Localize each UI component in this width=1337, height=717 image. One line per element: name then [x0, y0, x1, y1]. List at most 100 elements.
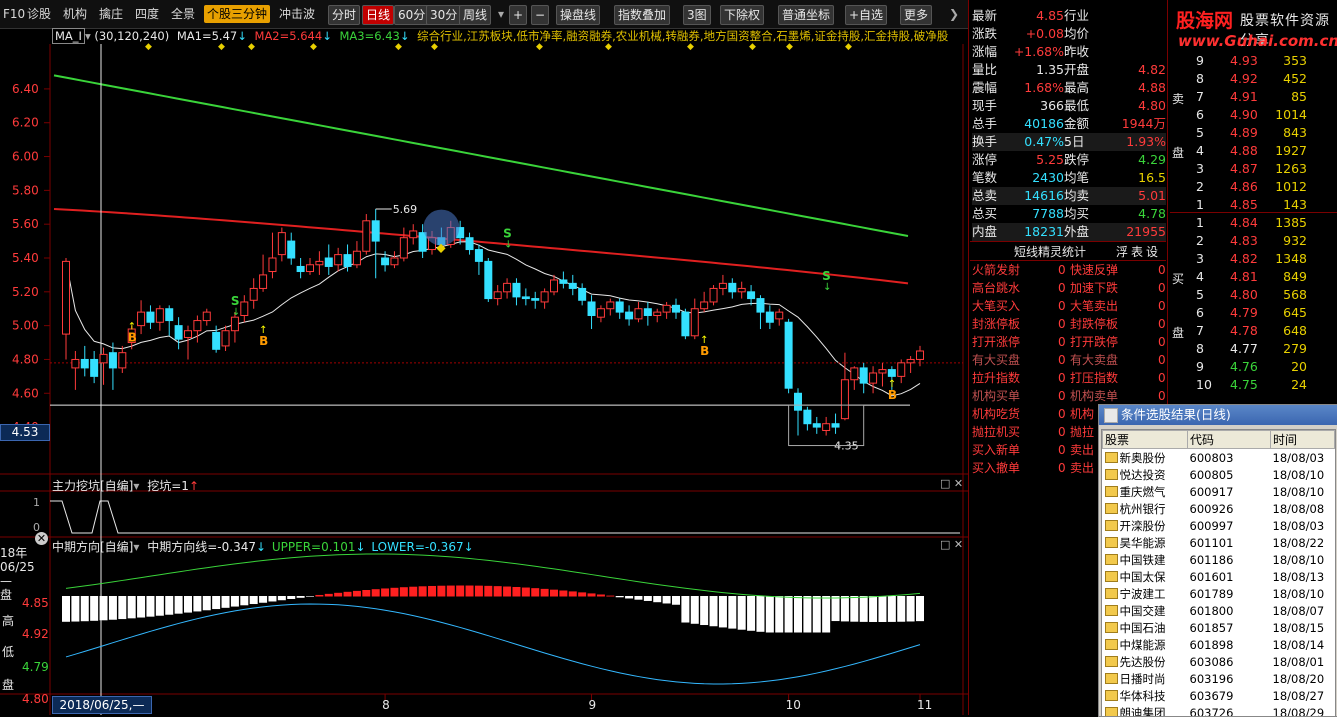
candle[interactable]	[335, 248, 342, 272]
candle[interactable]	[138, 300, 145, 334]
candle[interactable]	[823, 417, 830, 436]
sub2-window-controls[interactable]: □ ✕	[940, 538, 963, 551]
stock-screen-result-window[interactable]: 条件选股结果(日线) 股票 代码 时间 新奥股份60080318/08/03悦达…	[1098, 404, 1337, 717]
result-row[interactable]: 华体科技60367918/08/27	[1103, 687, 1335, 704]
stat-row[interactable]: 封涨停板0封跌停板0	[972, 315, 1166, 333]
candle[interactable]	[372, 209, 379, 278]
candle[interactable]	[194, 315, 201, 342]
sell-order-row[interactable]: 44.881927	[1170, 142, 1337, 160]
candle[interactable]	[260, 255, 267, 292]
candle[interactable]	[870, 366, 877, 393]
candle[interactable]	[325, 244, 332, 274]
index-overlay-button[interactable]: 指数叠加	[614, 5, 670, 25]
buy-order-row[interactable]: 54.80568	[1170, 286, 1337, 304]
candle[interactable]	[494, 285, 501, 305]
candle[interactable]	[307, 258, 314, 275]
candle[interactable]	[701, 292, 708, 312]
candle[interactable]	[353, 241, 360, 268]
three-charts-button[interactable]: 3图	[683, 5, 711, 25]
result-row[interactable]: 昊华能源60110118/08/22	[1103, 534, 1335, 551]
result-row[interactable]: 重庆燃气60091718/08/10	[1103, 483, 1335, 500]
candle[interactable]	[597, 305, 604, 322]
stat-row[interactable]: 打开涨停0打开跌停0	[972, 333, 1166, 351]
result-row[interactable]: 朗迪集团60372618/08/29	[1103, 704, 1335, 717]
candle[interactable]	[691, 299, 698, 340]
ma-selector[interactable]: MA_I	[52, 28, 85, 44]
candle[interactable]	[109, 343, 116, 390]
weekly-button[interactable]: 周线	[459, 5, 491, 25]
candle[interactable]	[635, 302, 642, 322]
candle[interactable]	[278, 228, 285, 262]
four-degree-button[interactable]: 四度	[132, 5, 162, 23]
candle[interactable]	[513, 278, 520, 305]
concept-tags[interactable]: 综合行业,江苏板块,低市净率,融资融券,农业机械,转融券,地方国资整合,石墨烯,…	[417, 29, 948, 43]
buy-order-row[interactable]: 34.821348	[1170, 250, 1337, 268]
chevron-down-icon[interactable]: ▾	[85, 29, 91, 43]
candle[interactable]	[569, 275, 576, 295]
candle[interactable]	[766, 305, 773, 329]
candle[interactable]	[785, 319, 792, 393]
sell-order-row[interactable]: 94.93353	[1170, 52, 1337, 70]
candle[interactable]	[504, 278, 511, 298]
result-row[interactable]: 先达股份60308618/08/01	[1103, 653, 1335, 670]
col-header-time[interactable]: 时间	[1271, 431, 1335, 449]
daily-button[interactable]: 日线	[362, 5, 394, 25]
candle[interactable]	[795, 388, 802, 435]
result-row[interactable]: 中国太保60160118/08/13	[1103, 568, 1335, 585]
impact-wave-button[interactable]: 冲击波	[276, 5, 318, 23]
candle[interactable]	[81, 346, 88, 376]
diagnose-button[interactable]: 诊股	[24, 5, 54, 23]
candle[interactable]	[757, 295, 764, 329]
candle[interactable]	[616, 299, 623, 319]
candle[interactable]	[719, 275, 726, 295]
capture-button[interactable]: 擒庄	[96, 5, 126, 23]
candle[interactable]	[738, 282, 745, 299]
candle[interactable]	[222, 326, 229, 351]
result-row[interactable]: 中国铁建60118618/08/10	[1103, 551, 1335, 568]
candle[interactable]	[269, 233, 276, 279]
candle[interactable]	[644, 302, 651, 326]
zoom-out-button[interactable]: −	[531, 5, 549, 25]
sell-order-row[interactable]: 84.92452	[1170, 70, 1337, 88]
sub2-title[interactable]: 中期方向[自编]	[52, 540, 133, 554]
sub1-title[interactable]: 主力挖坑[自编]	[52, 479, 133, 493]
stat-row[interactable]: 大笔买入0大笔卖出0	[972, 297, 1166, 315]
buy-order-row[interactable]: 94.7620	[1170, 358, 1337, 376]
candle[interactable]	[748, 285, 755, 305]
chart-canvas[interactable]: 6.406.206.005.805.605.405.205.004.804.60…	[0, 44, 968, 715]
candle[interactable]	[663, 302, 670, 319]
result-row[interactable]: 日播时尚60319618/08/20	[1103, 670, 1335, 687]
col-header-code[interactable]: 代码	[1188, 431, 1271, 449]
result-row[interactable]: 宁波建工60178918/08/10	[1103, 585, 1335, 602]
zoom-in-button[interactable]: +	[509, 5, 527, 25]
candle[interactable]	[804, 407, 811, 431]
coordinate-button[interactable]: 普通坐标	[778, 5, 834, 25]
candle[interactable]	[185, 326, 192, 360]
chevron-down-icon[interactable]: ▾	[133, 540, 139, 554]
candle[interactable]	[147, 305, 154, 329]
candle[interactable]	[166, 305, 173, 335]
candle[interactable]	[776, 309, 783, 326]
more-button[interactable]: 更多	[900, 5, 932, 25]
ex-rights-button[interactable]: 下除权	[720, 5, 764, 25]
candle[interactable]	[410, 224, 417, 244]
result-row[interactable]: 中国石油60185718/08/15	[1103, 619, 1335, 636]
candle[interactable]	[250, 278, 257, 308]
buy-order-row[interactable]: 44.81849	[1170, 268, 1337, 286]
result-row[interactable]: 开滦股份60099718/08/03	[1103, 517, 1335, 534]
buy-order-row[interactable]: 14.841385	[1170, 214, 1337, 232]
float-tab[interactable]: 浮	[1116, 243, 1128, 260]
operate-line-button[interactable]: 操盘线	[556, 5, 600, 25]
candle[interactable]	[860, 363, 867, 393]
sell-order-row[interactable]: 64.901014	[1170, 106, 1337, 124]
stat-row[interactable]: 高台跳水0加速下跌0	[972, 279, 1166, 297]
candle[interactable]	[485, 258, 492, 302]
candle[interactable]	[316, 251, 323, 275]
col-header-name[interactable]: 股票	[1103, 431, 1188, 449]
60min-button[interactable]: 60分	[394, 5, 429, 25]
result-row[interactable]: 中煤能源60189818/08/14	[1103, 636, 1335, 653]
candle[interactable]	[851, 366, 858, 390]
sell-order-row[interactable]: 74.9185	[1170, 88, 1337, 106]
intraday-button[interactable]: 分时	[328, 5, 360, 25]
candle[interactable]	[541, 288, 548, 308]
